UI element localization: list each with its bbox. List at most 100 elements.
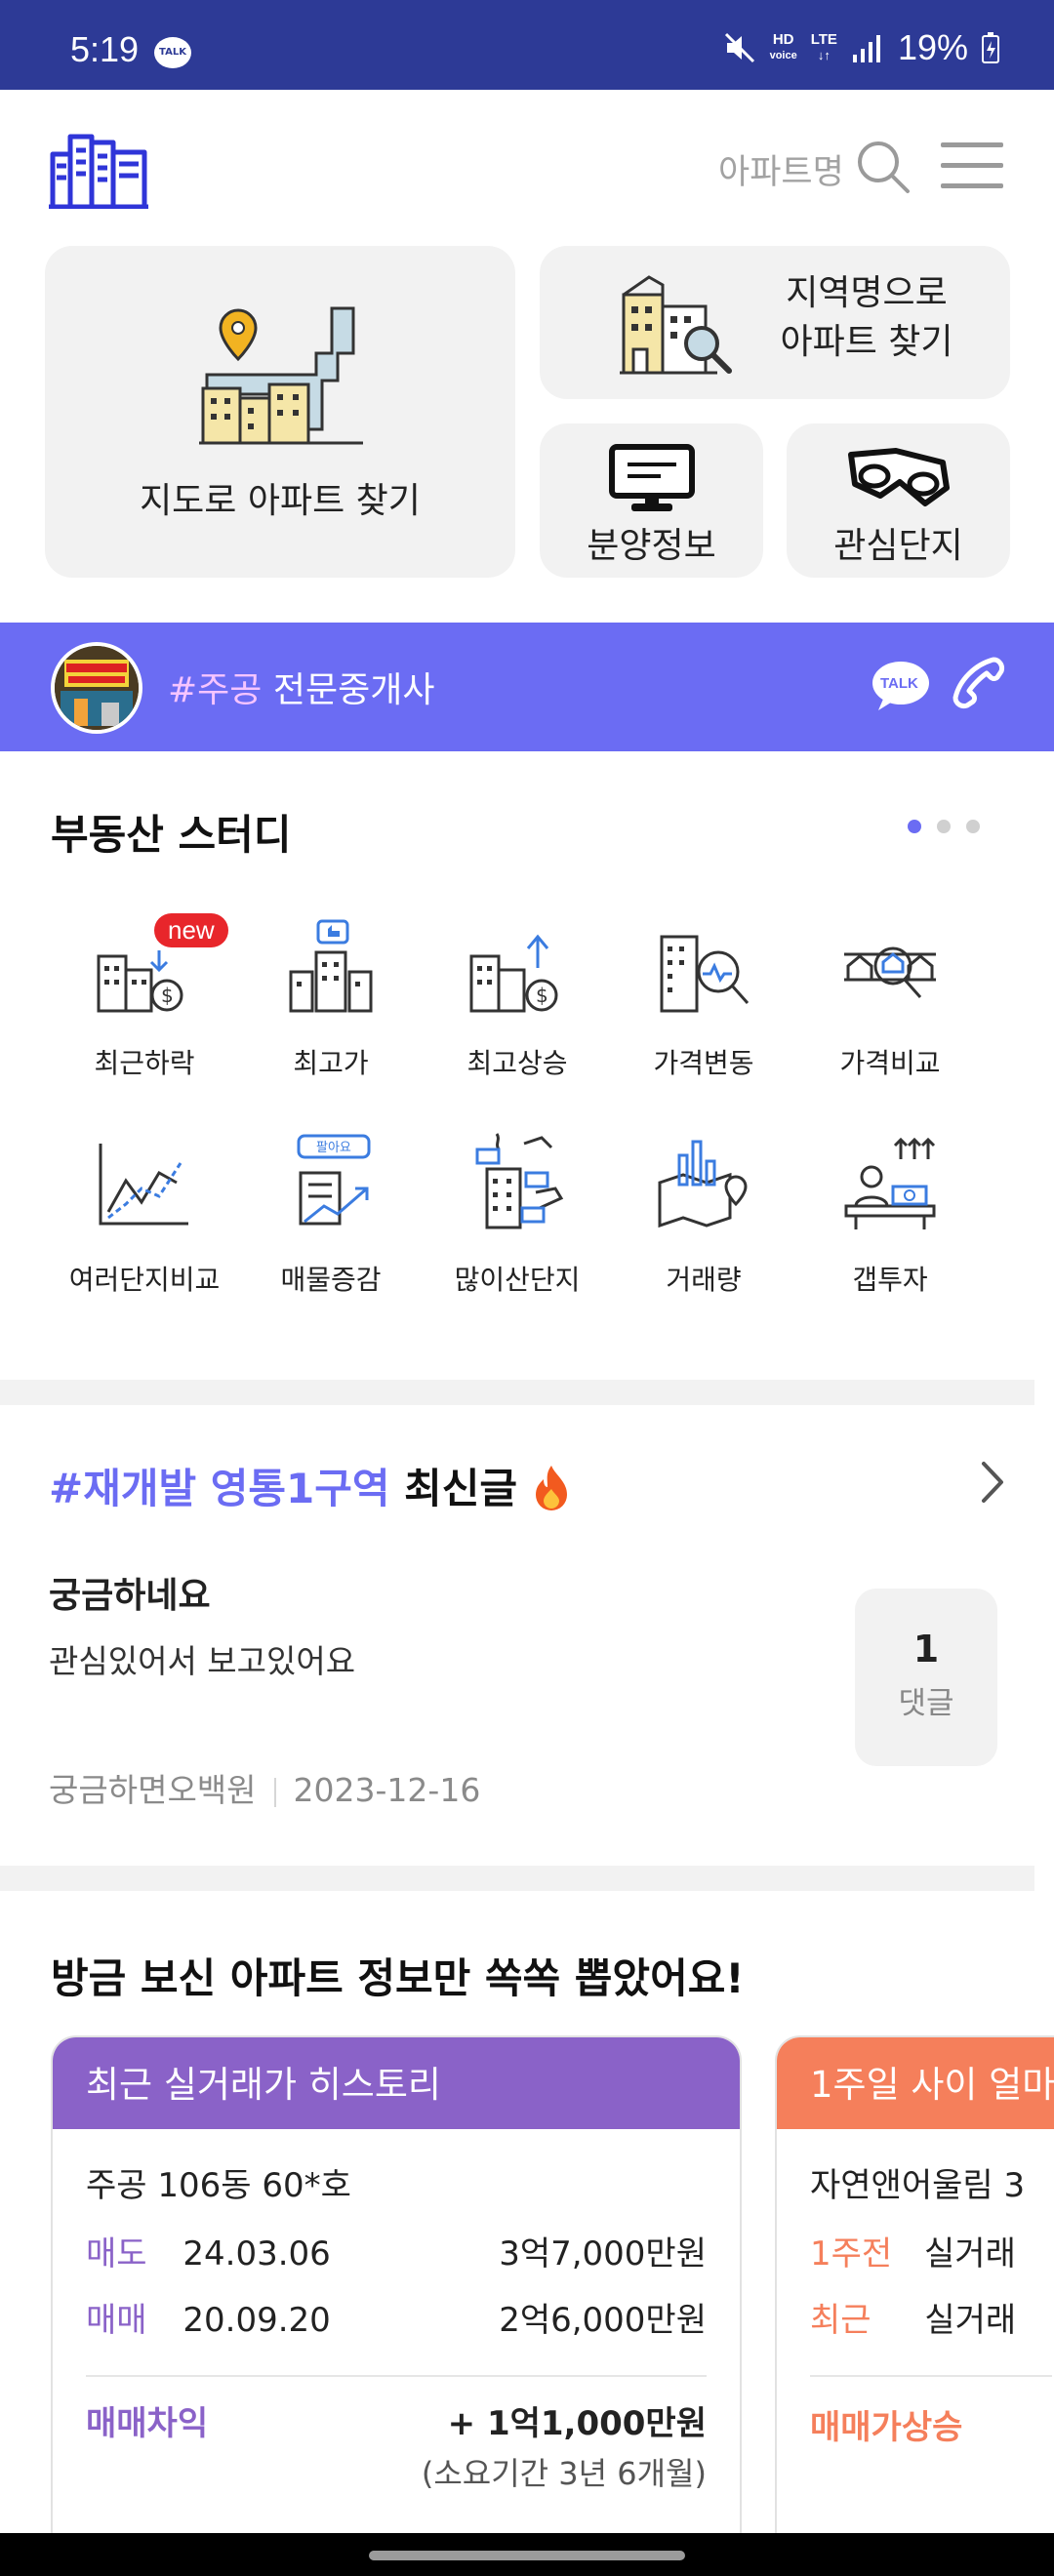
post-date: 2023-12-16 [293, 1771, 481, 1809]
card-unit: 자연앤어울림 3 [810, 2166, 1026, 2205]
pager-dot-1[interactable] [908, 820, 921, 833]
broker-avatar[interactable] [51, 642, 142, 734]
building-hands-icon [475, 1133, 564, 1229]
hamburger-menu-icon[interactable] [939, 141, 1005, 191]
map-search-tile[interactable]: 지도로 아파트 찾기 [45, 246, 515, 578]
section-divider [0, 1866, 1034, 1891]
mute-icon [724, 32, 754, 63]
study-item-label: 가격변동 [653, 1047, 754, 1079]
recent-transaction-card[interactable]: 최근 실거래가 히스토리 주공 106동 60*호 매도 24.03.06 3억… [51, 2035, 742, 2576]
favorite-complex-tile[interactable]: 관심단지 [787, 423, 1010, 578]
comment-label: 댓글 [898, 1686, 954, 1721]
kakaotalk-notification-icon: TALK [154, 37, 191, 68]
card-divider [86, 2375, 707, 2377]
broker-tag: #주공 전문중개사 [168, 662, 434, 712]
study-item-label: 최고가 [293, 1047, 369, 1079]
latest-post-header[interactable]: #재개발 영통1구역 최신글 [49, 1456, 571, 1515]
transaction-price: 3억7,000만원 [499, 2234, 707, 2274]
card-header: 1주일 사이 얼마 [777, 2037, 1054, 2129]
study-item-trade-volume[interactable]: 거래량 [616, 1124, 791, 1298]
change-row: 1주전 실거래 [810, 2234, 1016, 2274]
phone-call-icon[interactable] [947, 656, 1007, 716]
fire-icon [535, 1466, 567, 1510]
new-badge: new [154, 913, 228, 947]
system-nav-bar [0, 2533, 1054, 2576]
building-search-icon [620, 275, 732, 375]
post-title[interactable]: 궁금하네요 [49, 1567, 211, 1618]
signal-icon [852, 35, 880, 62]
study-pager-dots[interactable] [908, 820, 980, 833]
comment-count: 1 [912, 1628, 940, 1670]
svg-text:팔아요: 팔아요 [316, 1141, 351, 1155]
study-item-label: 여러단지비교 [68, 1264, 221, 1296]
line-chart-icon [99, 1144, 188, 1226]
broker-label: 전문중개사 [272, 670, 435, 710]
study-item-multi-compare[interactable]: 여러단지비교 [57, 1124, 232, 1298]
study-item-label: 갭투자 [852, 1264, 928, 1296]
study-item-listing-change[interactable]: 팔아요 매물증감 [243, 1124, 419, 1298]
weekly-change-card[interactable]: 1주일 사이 얼마 자연앤어울림 3 1주전 실거래 최근 실거래 매매가상승 [775, 2035, 1054, 2576]
map-apartment-icon [199, 306, 363, 445]
pager-dot-2[interactable] [937, 820, 951, 833]
svg-text:$: $ [161, 984, 174, 1007]
section-divider [0, 1380, 1034, 1405]
study-item-label: 최고상승 [466, 1047, 568, 1079]
broker-banner[interactable]: #주공 전문중개사 TALK [0, 623, 1054, 751]
change-row: 최근 실거래 [810, 2301, 1017, 2340]
svg-text:$: $ [536, 984, 548, 1007]
transaction-row: 매도 24.03.06 [86, 2234, 331, 2274]
study-item-label: 가격비교 [839, 1047, 941, 1079]
post-body[interactable]: 관심있어서 보고있어요 [49, 1635, 355, 1682]
search-icon[interactable] [855, 139, 912, 195]
post-hashtag: #재개발 영통1구역 [49, 1465, 390, 1512]
apartment-search-label[interactable]: 아파트명 [718, 144, 844, 194]
study-item-label: 최근하락 [94, 1047, 195, 1079]
building-thumbs-up-icon [289, 919, 373, 1013]
study-item-highest-price[interactable]: 최고가 [243, 907, 419, 1081]
region-search-label: 지역명으로 아파트 찾기 [780, 273, 953, 362]
study-item-label: 많이산단지 [454, 1264, 581, 1296]
study-item-label: 매물증감 [280, 1264, 382, 1296]
study-item-highest-rise[interactable]: $ 최고상승 [429, 907, 605, 1081]
card-unit: 주공 106동 60*호 [86, 2166, 351, 2205]
app-logo-icon[interactable] [49, 129, 150, 209]
lte-indicator: LTE ↓↑ [810, 31, 837, 63]
glasses-icon [848, 448, 950, 506]
home-gesture-handle[interactable] [369, 2551, 685, 2560]
battery-percent: 19% [897, 27, 968, 67]
listing-document-icon: 팔아요 [297, 1134, 371, 1226]
building-magnifier-icon [660, 935, 750, 1013]
study-item-most-bought[interactable]: 많이산단지 [429, 1124, 605, 1298]
comment-count-box[interactable]: 1 댓글 [855, 1589, 997, 1766]
latest-post-suffix: 최신글 [404, 1465, 518, 1512]
chevron-right-icon[interactable] [978, 1458, 1007, 1507]
study-item-gap-investment[interactable]: 갭투자 [802, 1124, 978, 1298]
card-header: 최근 실거래가 히스토리 [53, 2037, 740, 2129]
pager-dot-3[interactable] [966, 820, 980, 833]
battery-charging-icon [982, 32, 999, 63]
study-item-price-compare[interactable]: 가격비교 [802, 907, 978, 1081]
map-bar-chart-icon [658, 1140, 748, 1228]
status-time: 5:19 [70, 29, 140, 69]
transaction-price: 2억6,000만원 [499, 2301, 707, 2340]
kakaotalk-button[interactable]: TALK [871, 660, 931, 716]
monitor-icon [609, 444, 695, 511]
profit-label: 매매차익 [86, 2404, 209, 2443]
building-dollar-up-icon: $ [469, 934, 558, 1013]
favorite-complex-label: 관심단지 [833, 526, 963, 566]
app-header: 아파트명 [0, 90, 1054, 246]
status-right: HD voice LTE ↓↑ 19% [723, 27, 999, 68]
broker-hashtag: #주공 [168, 670, 263, 710]
card-divider [810, 2375, 1052, 2377]
study-item-recent-drop[interactable]: $ new 최근하락 [57, 907, 232, 1081]
status-bar: 5:19 TALK HD voice LTE ↓↑ 19% [0, 0, 1054, 90]
person-desk-money-icon [844, 1137, 936, 1229]
house-magnifier-icon [844, 946, 936, 998]
price-rise-label: 매매가상승 [810, 2408, 963, 2447]
study-item-price-change[interactable]: 가격변동 [616, 907, 791, 1081]
profit-value: + 1억1,000만원 [447, 2404, 707, 2443]
presale-info-tile[interactable]: 분양정보 [540, 423, 763, 578]
hd-voice-indicator: HD voice [769, 31, 797, 62]
region-search-tile[interactable]: 지역명으로 아파트 찾기 [540, 246, 1010, 399]
map-search-label: 지도로 아파트 찾기 [140, 481, 421, 521]
